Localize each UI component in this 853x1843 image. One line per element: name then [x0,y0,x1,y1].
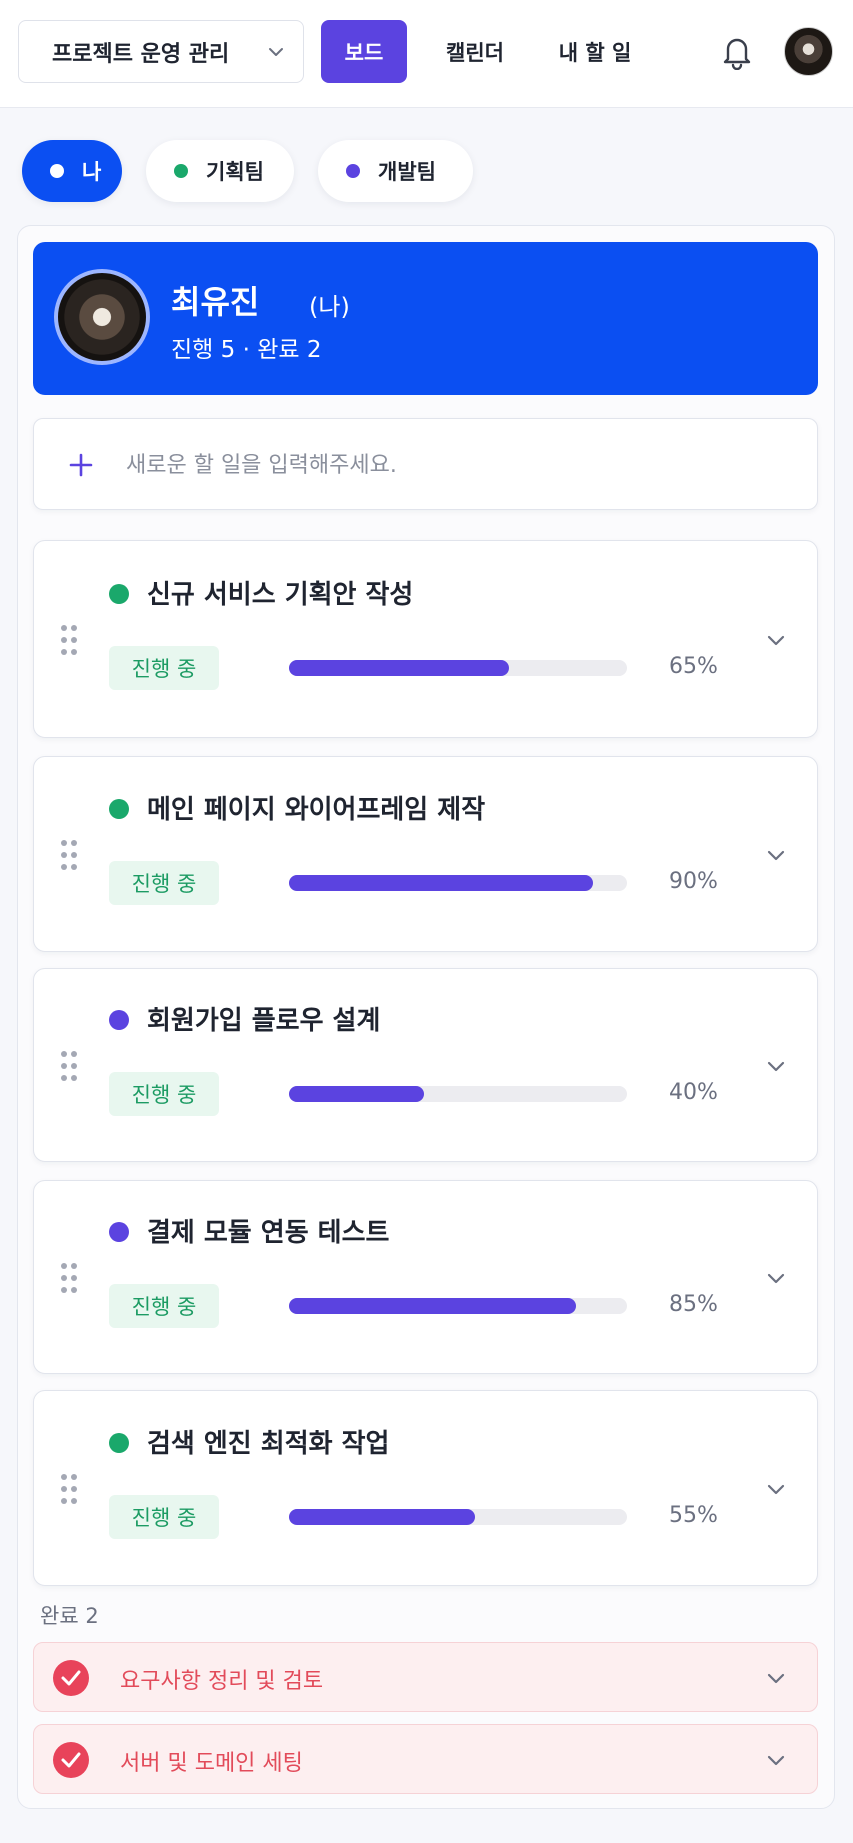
progress-percent: 55% [669,1503,718,1528]
check-circle-icon[interactable] [53,1742,89,1778]
status-badge: 진행 중 [109,1495,219,1539]
progress-bar-fill [289,1298,577,1314]
done-section-label: 완료 2 [40,1604,99,1628]
progress-percent: 85% [669,1292,718,1317]
profile-card: 최유진 (나) 진행 5 · 완료 2 [33,242,818,395]
chevron-down-icon[interactable] [764,1266,788,1290]
done-item[interactable]: 요구사항 정리 및 검토 [33,1642,818,1712]
progress-bar [289,1298,627,1314]
progress-percent: 65% [669,654,718,679]
plus-icon[interactable] [67,445,95,485]
task-category-dot [109,1222,129,1242]
tab-board-label: 보드 [344,40,384,65]
task-title: 결제 모듈 연동 테스트 [147,1218,390,1248]
chevron-down-icon[interactable] [764,1054,788,1078]
progress-bar-fill [289,660,509,676]
drag-handle-icon[interactable] [58,622,80,658]
chevron-down-icon[interactable] [764,1477,788,1501]
task-title: 회원가입 플로우 설계 [147,1006,381,1036]
progress-percent: 90% [669,869,718,894]
task-title: 메인 페이지 와이어프레임 제작 [147,795,486,825]
top-header: 프로젝트 운영 관리 보드 캘린더 내 할 일 [0,0,853,108]
task-category-dot [109,1433,129,1453]
progress-bar-fill [289,1086,425,1102]
filter-chip-me[interactable]: 나 [22,140,122,202]
progress-bar-fill [289,875,594,891]
chevron-down-icon[interactable] [764,843,788,867]
status-badge: 진행 중 [109,861,219,905]
drag-handle-icon[interactable] [58,837,80,873]
chevron-down-icon[interactable] [764,628,788,652]
task-category-dot [109,799,129,819]
filter-dot [346,164,360,178]
filter-dot [50,164,64,178]
task-title: 신규 서비스 기획안 작성 [147,580,414,610]
tab-calendar[interactable]: 캘린더 [425,20,525,83]
filter-dot [174,164,188,178]
status-badge: 진행 중 [109,1072,219,1116]
project-select-label: 프로젝트 운영 관리 [52,41,230,67]
progress-bar [289,1509,627,1525]
task-category-dot [109,1010,129,1030]
status-badge: 진행 중 [109,1284,219,1328]
progress-bar [289,875,627,891]
progress-bar [289,1086,627,1102]
progress-bar [289,660,627,676]
progress-bar-fill [289,1509,475,1525]
chevron-down-icon [269,48,283,56]
profile-name: 최유진 [171,283,260,321]
profile-me-label: (나) [309,293,350,321]
tab-my-tasks-label: 내 할 일 [558,40,632,65]
profile-avatar [54,269,150,365]
add-task-row[interactable] [33,418,818,510]
filter-chip-label: 기획팀 [206,160,264,184]
done-item[interactable]: 서버 및 도메인 세팅 [33,1724,818,1794]
filter-chip-label: 나 [82,160,102,184]
status-badge: 진행 중 [109,646,219,690]
bell-icon[interactable] [720,34,754,70]
task-card[interactable]: 결제 모듈 연동 테스트진행 중 85% [33,1180,818,1374]
tab-board[interactable]: 보드 [321,20,407,83]
check-circle-icon[interactable] [53,1660,89,1696]
done-item-title: 요구사항 정리 및 검토 [120,1669,324,1694]
done-item-title: 서버 및 도메인 세팅 [120,1751,303,1776]
task-card[interactable]: 메인 페이지 와이어프레임 제작진행 중 90% [33,756,818,952]
project-select[interactable]: 프로젝트 운영 관리 [18,20,304,83]
filter-chip-planning[interactable]: 기획팀 [146,140,294,202]
filter-chip-dev[interactable]: 개발팀 [318,140,473,202]
drag-handle-icon[interactable] [58,1048,80,1084]
filter-chip-label: 개발팀 [378,160,436,184]
chevron-down-icon[interactable] [764,1666,788,1690]
drag-handle-icon[interactable] [58,1260,80,1296]
chevron-down-icon[interactable] [764,1748,788,1772]
add-task-input[interactable] [126,441,776,489]
tab-calendar-label: 캘린더 [446,40,504,65]
user-avatar[interactable] [784,27,833,76]
task-card[interactable]: 회원가입 플로우 설계진행 중 40% [33,968,818,1162]
tab-my-tasks[interactable]: 내 할 일 [545,20,645,83]
task-category-dot [109,584,129,604]
task-card[interactable]: 신규 서비스 기획안 작성진행 중 65% [33,540,818,738]
task-card[interactable]: 검색 엔진 최적화 작업진행 중 55% [33,1390,818,1586]
task-title: 검색 엔진 최적화 작업 [147,1429,390,1459]
progress-percent: 40% [669,1080,718,1105]
drag-handle-icon[interactable] [58,1471,80,1507]
profile-stats: 진행 5 · 완료 2 [171,337,322,363]
